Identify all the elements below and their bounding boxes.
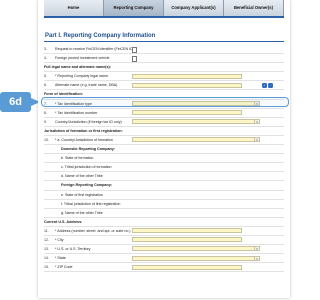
- row-number: 3.: [44, 47, 47, 51]
- add-alternate-name-button[interactable]: +: [262, 83, 267, 88]
- row-other-tribe-foreign: g. Name of the other Tribe: [44, 209, 284, 218]
- row-number: 6.: [44, 83, 47, 88]
- tab-company-applicants[interactable]: Company Applicant(s): [164, 0, 224, 16]
- tab-reporting-company[interactable]: Reporting Company: [104, 0, 164, 16]
- legal-name-input[interactable]: [132, 73, 242, 79]
- row-zip: 15. * ZIP Code: [44, 263, 284, 273]
- section-domestic: Domestic Reporting Company:: [44, 145, 284, 155]
- row-label: b. State of formation: [61, 156, 94, 161]
- highlight-box: [41, 97, 289, 107]
- section-legal-names: Full legal name and alternate name(s):: [44, 63, 284, 73]
- row-state-formation: b. State of formation: [44, 154, 284, 164]
- row-foreign-pooled-vehicle: 4. Foreign pooled investment vehicle: [44, 54, 284, 64]
- chevron-down-icon: ▾: [254, 120, 259, 124]
- section-us-address: Current U.S. Address:: [44, 218, 284, 227]
- chevron-down-icon: ▾: [254, 138, 259, 142]
- row-label: * Reporting Company legal name: [55, 74, 108, 79]
- zip-input[interactable]: [132, 264, 242, 270]
- row-label: * Tax Identification number: [55, 110, 98, 115]
- state-select[interactable]: ▾: [132, 255, 260, 261]
- row-number: 11.: [44, 228, 49, 233]
- row-alternate-name: 6. Alternate name (e.g. trade name, DBA)…: [44, 81, 284, 91]
- tab-bar: Home Reporting Company Company Applicant…: [44, 0, 284, 16]
- foreign-pooled-checkbox[interactable]: [132, 56, 138, 62]
- section-jurisdiction: Jurisdiction of formation or first regis…: [44, 127, 284, 136]
- row-number: 4.: [44, 56, 47, 61]
- row-tax-country: 9. Country/Jurisdiction (if foreign tax …: [44, 118, 284, 127]
- reporting-company-form: Home Reporting Company Company Applicant…: [38, 0, 290, 298]
- tab-home[interactable]: Home: [44, 0, 104, 16]
- row-state: 14. * State ▾: [44, 254, 284, 264]
- part-title: Part I. Reporting Company Information: [45, 33, 156, 39]
- row-number: 15.: [44, 265, 49, 270]
- row-label: Foreign pooled investment vehicle: [55, 56, 110, 61]
- row-number: 14.: [44, 256, 49, 261]
- row-address: 11. * Address (number, street, and apt. …: [44, 227, 284, 236]
- row-label: Country/Jurisdiction (if foreign tax ID …: [55, 119, 122, 124]
- tax-country-select[interactable]: ▾: [132, 119, 260, 125]
- fincen-id-checkbox[interactable]: [132, 47, 138, 53]
- territory-select[interactable]: ▾: [132, 246, 260, 252]
- row-tribal-formation: c. Tribal jurisdiction of formation: [44, 163, 284, 173]
- tab-beneficial-owners[interactable]: Beneficial Owner(s): [224, 0, 284, 16]
- row-territory: 13. * U.S. or U.S. Territory ▾: [44, 245, 284, 255]
- row-number: 13.: [44, 247, 49, 252]
- row-city: 12. * City: [44, 236, 284, 246]
- row-number: 12.: [44, 237, 49, 242]
- part-divider: [44, 41, 284, 42]
- row-label: * a. Country/Jurisdiction of formation: [55, 137, 113, 142]
- row-state-registration: e. State of first registration: [44, 191, 284, 200]
- row-number: 5.: [44, 74, 47, 79]
- row-country-formation: 10. * a. Country/Jurisdiction of formati…: [44, 136, 284, 146]
- alternate-name-input[interactable]: [132, 82, 242, 88]
- row-label: Request to receive FinCEN Identifier (Fi…: [55, 47, 134, 51]
- row-number: 8.: [44, 110, 47, 115]
- row-label: e. State of first registration: [61, 192, 103, 197]
- city-input[interactable]: [132, 237, 242, 243]
- row-number: 9.: [44, 119, 47, 124]
- row-label: d. Name of the other Tribe: [61, 174, 103, 179]
- address-input[interactable]: [132, 228, 242, 234]
- row-label: * City: [55, 237, 64, 242]
- section-foreign: Foreign Reporting Company:: [44, 181, 284, 191]
- tab-underline: [44, 16, 284, 18]
- row-label: Alternate name (e.g. trade name, DBA): [55, 83, 118, 88]
- chevron-down-icon: ▾: [254, 256, 259, 261]
- row-request-fincen-id: 3. Request to receive FinCEN Identifier …: [44, 45, 284, 55]
- row-label: f. Tribal jurisdiction of first registra…: [61, 201, 121, 206]
- remove-alternate-name-button[interactable]: -: [268, 83, 273, 88]
- row-tax-id-number: 8. * Tax Identification number: [44, 109, 284, 118]
- tax-id-number-input[interactable]: [132, 110, 242, 116]
- chevron-down-icon: ▾: [254, 247, 259, 251]
- row-label: c. Tribal jurisdiction of formation: [61, 165, 112, 170]
- row-label: g. Name of the other Tribe: [61, 210, 103, 215]
- row-label: * State: [55, 256, 66, 261]
- row-label: * ZIP Code: [55, 265, 73, 270]
- country-formation-select[interactable]: ▾: [132, 137, 260, 143]
- step-callout-badge: 6d: [0, 92, 31, 112]
- row-tribal-registration: f. Tribal jurisdiction of first registra…: [44, 200, 284, 209]
- row-label: * U.S. or U.S. Territory: [55, 247, 91, 252]
- row-other-tribe-domestic: d. Name of the other Tribe: [44, 172, 284, 182]
- row-number: 10.: [44, 137, 49, 142]
- row-legal-name: 5. * Reporting Company legal name: [44, 72, 284, 82]
- row-label: * Address (number, street, and apt. or s…: [55, 228, 131, 233]
